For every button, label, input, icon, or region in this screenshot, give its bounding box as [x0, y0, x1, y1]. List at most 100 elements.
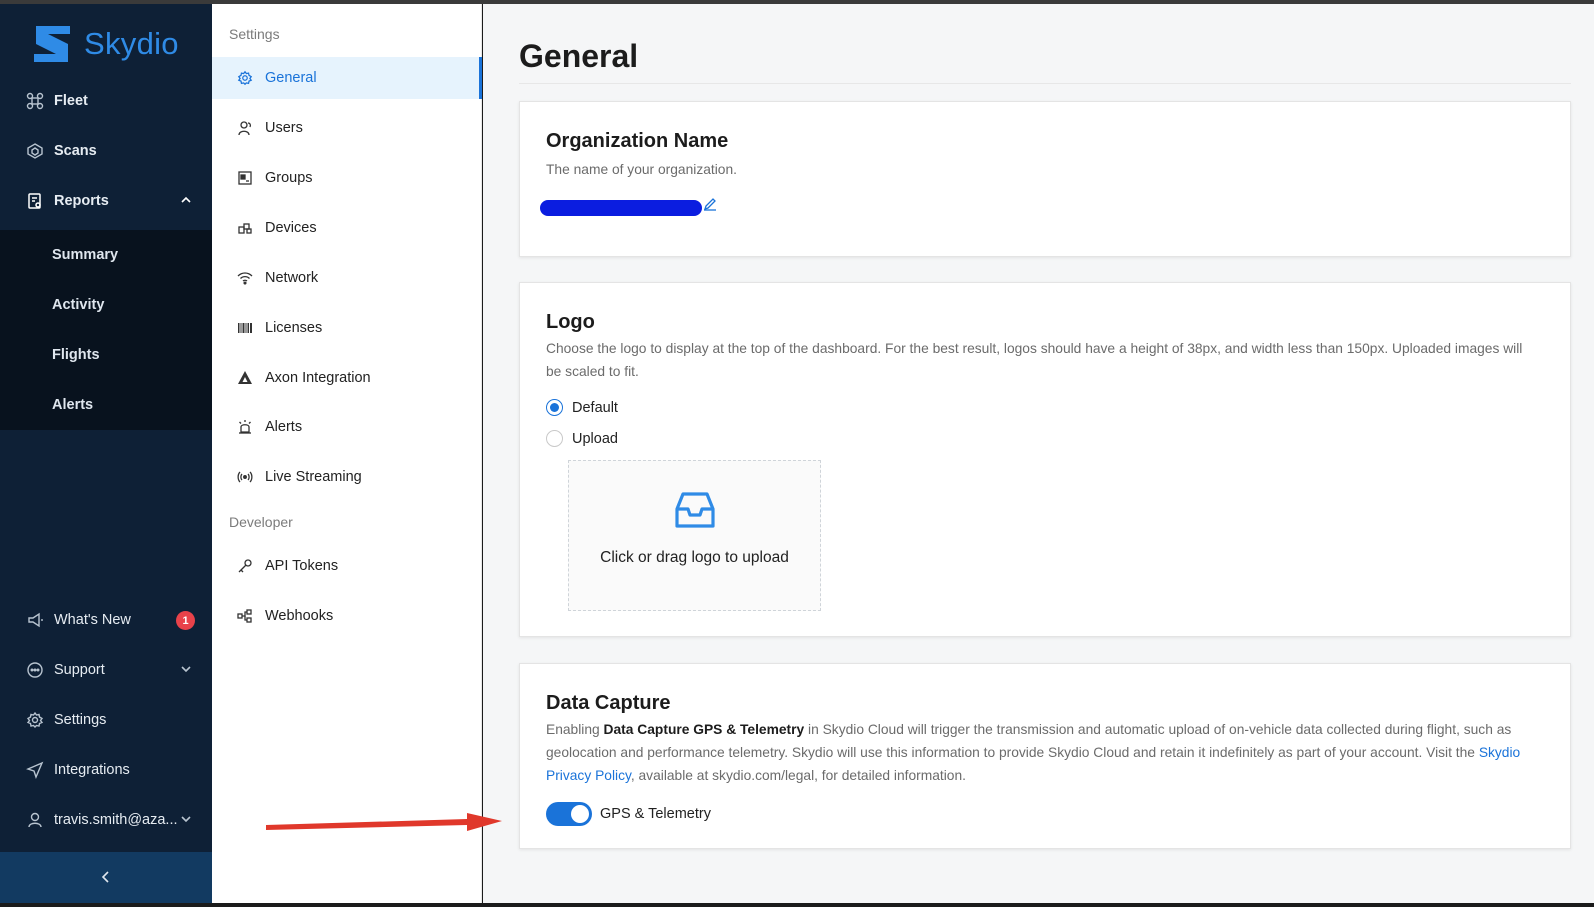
devices-icon [237, 220, 253, 236]
settings-heading: Settings [229, 26, 280, 42]
radio-default-circle[interactable] [546, 399, 563, 416]
chevron-down-icon [180, 663, 192, 679]
radio-upload-circle[interactable] [546, 430, 563, 447]
desc-bold: Data Capture GPS & Telemetry [603, 722, 805, 737]
nav-item-label: Integrations [54, 762, 130, 778]
groups-icon [237, 170, 253, 186]
nav-item-user-account[interactable]: travis.smith@aza... [0, 795, 212, 845]
menu-item-label: Alerts [265, 419, 303, 435]
redacted-org-name [540, 200, 702, 216]
menu-item-label: General [265, 70, 317, 86]
menu-item-label: Groups [265, 170, 313, 186]
menu-item-users[interactable]: Users [212, 107, 482, 149]
nav-item-label: What's New [54, 612, 131, 628]
axon-icon [237, 370, 253, 386]
menu-item-label: Live Streaming [265, 469, 362, 485]
wifi-icon [237, 270, 253, 286]
skydio-logo-icon [34, 26, 70, 62]
fleet-icon [26, 92, 44, 110]
nav-item-fleet[interactable]: Fleet [0, 76, 212, 126]
radio-default-label: Default [572, 399, 618, 416]
reports-submenu: Summary Activity Flights Alerts [0, 230, 212, 430]
settings-menu: Settings General Users Groups Devices Ne… [212, 4, 482, 903]
nav-subitem-activity[interactable]: Activity [0, 280, 212, 330]
radio-upload[interactable]: Upload [546, 430, 618, 447]
nav-subitem-flights[interactable]: Flights [0, 330, 212, 380]
app-window: Skydio Fleet Scans Reports Summary Activ… [0, 0, 1594, 907]
scans-icon [26, 142, 44, 160]
desc-text: Enabling [546, 722, 604, 737]
nav-subitem-summary[interactable]: Summary [0, 230, 212, 280]
menu-item-devices[interactable]: Devices [212, 207, 482, 249]
nav-item-reports[interactable]: Reports [0, 176, 212, 226]
menu-item-live-streaming[interactable]: Live Streaming [212, 456, 482, 498]
menu-item-label: Network [265, 270, 319, 286]
nav-item-scans[interactable]: Scans [0, 126, 212, 176]
nav-item-label: Settings [54, 712, 107, 728]
logo-upload-dropzone[interactable]: Click or drag logo to upload [568, 460, 821, 611]
users-icon [237, 120, 253, 136]
send-icon [26, 761, 44, 779]
org-name-heading: Organization Name [546, 130, 729, 152]
megaphone-icon [26, 611, 44, 629]
main-nav: Skydio Fleet Scans Reports Summary Activ… [0, 4, 212, 907]
barcode-icon [237, 320, 253, 336]
nav-item-label: Reports [54, 193, 109, 209]
chat-icon [26, 661, 44, 679]
menu-item-label: Webhooks [265, 608, 334, 624]
page-title: General [519, 38, 639, 74]
menu-item-axon-integration[interactable]: Axon Integration [212, 357, 482, 399]
reports-icon [26, 192, 44, 210]
developer-heading: Developer [229, 514, 293, 530]
user-email: travis.smith@aza... [54, 812, 178, 828]
collapse-sidebar-button[interactable] [0, 852, 212, 907]
menu-item-general[interactable]: General [212, 57, 482, 99]
radio-upload-label: Upload [572, 430, 618, 447]
menu-item-label: Axon Integration [265, 370, 371, 386]
menu-item-groups[interactable]: Groups [212, 157, 482, 199]
logo-heading: Logo [546, 311, 595, 333]
menu-item-licenses[interactable]: Licenses [212, 307, 482, 349]
skydio-logo[interactable]: Skydio [30, 22, 179, 66]
edit-pencil-icon[interactable] [703, 197, 717, 216]
annotation-arrow [266, 813, 502, 831]
key-icon [237, 558, 253, 574]
brand-name: Skydio [84, 26, 179, 61]
nav-item-settings[interactable]: Settings [0, 695, 212, 745]
broadcast-icon [237, 469, 253, 485]
title-divider [519, 83, 1571, 84]
gps-telemetry-toggle[interactable] [546, 802, 592, 826]
data-capture-card: Data Capture Enabling Data Capture GPS &… [519, 663, 1571, 849]
radio-default[interactable]: Default [546, 399, 618, 416]
menu-item-network[interactable]: Network [212, 257, 482, 299]
main-content: General Organization Name The name of yo… [483, 4, 1594, 903]
menu-item-label: Devices [265, 220, 317, 236]
gps-telemetry-row: GPS & Telemetry [546, 802, 711, 826]
menu-item-alerts[interactable]: Alerts [212, 406, 482, 448]
nav-item-whats-new[interactable]: What's New 1 [0, 595, 212, 645]
logo-description: Choose the logo to display at the top of… [546, 341, 1523, 379]
menu-item-label: Licenses [265, 320, 323, 336]
nav-item-label: Scans [54, 143, 97, 159]
alarm-icon [237, 419, 253, 435]
dropzone-text: Click or drag logo to upload [600, 549, 789, 566]
nav-item-support[interactable]: Support [0, 645, 212, 695]
gear-icon [26, 711, 44, 729]
user-icon [26, 811, 44, 829]
notification-badge: 1 [176, 611, 195, 630]
chevron-up-icon [180, 194, 192, 210]
nav-item-integrations[interactable]: Integrations [0, 745, 212, 795]
gear-icon [237, 70, 253, 86]
data-capture-description: Enabling Data Capture GPS & Telemetry in… [546, 718, 1541, 787]
menu-item-api-tokens[interactable]: API Tokens [212, 545, 482, 587]
menu-item-label: Users [265, 120, 303, 136]
nav-item-label: Fleet [54, 93, 88, 109]
chevron-down-icon [180, 813, 192, 829]
nav-subitem-alerts[interactable]: Alerts [0, 380, 212, 430]
logo-card: Logo Choose the logo to display at the t… [519, 282, 1571, 637]
inbox-icon [674, 492, 715, 528]
menu-item-webhooks[interactable]: Webhooks [212, 595, 482, 637]
organization-name-card: Organization Name The name of your organ… [519, 101, 1571, 257]
desc-text: , available at skydio.com/legal, for det… [630, 768, 966, 783]
gps-telemetry-label: GPS & Telemetry [600, 806, 711, 822]
